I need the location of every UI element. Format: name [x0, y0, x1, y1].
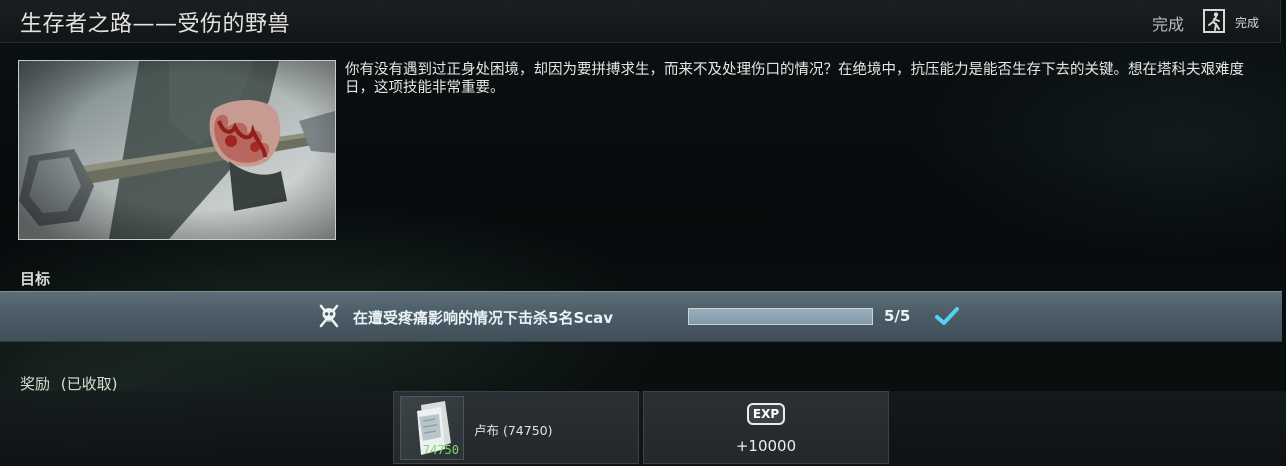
quest-header: 生存者之路——受伤的野兽 完成 完成 [0, 0, 1281, 43]
objective-progress-count: 5/5 [884, 307, 911, 325]
objective-text: 在遭受疼痛影响的情况下击杀5名Scav [353, 309, 614, 327]
objective-progress-bar [688, 308, 873, 325]
item-name: 卢布 (74750) [474, 423, 553, 438]
exp-value: +10000 [735, 437, 797, 455]
reward-experience[interactable]: EXP +10000 [643, 391, 889, 464]
quest-image [18, 60, 336, 240]
quest-status-small: 完成 [1235, 16, 1260, 30]
objective-row: 在遭受疼痛影响的情况下击杀5名Scav 5/5 [0, 291, 1282, 342]
exp-icon: EXP [747, 403, 785, 425]
skull-crossbones-icon [319, 304, 339, 328]
checkmark-icon [935, 307, 959, 325]
bloody-hand-axe-image [19, 61, 335, 239]
objectives-label: 目标 [20, 270, 51, 288]
objective-progress-fill [689, 309, 872, 324]
quest-title: 生存者之路——受伤的野兽 [20, 12, 291, 37]
exit-icon [1203, 9, 1225, 33]
quest-description: 你有没有遇到过正身处困境，却因为要拼搏求生，而来不及处理伤口的情况？在绝境中，抗… [345, 62, 1244, 96]
item-quantity: 74750 [422, 443, 459, 457]
quest-panel: 生存者之路——受伤的野兽 完成 完成 你有没有遇到过正身处困境，却因为要拼搏求生… [0, 0, 1286, 466]
reward-item-roubles[interactable]: 74750 卢布 (74750) [393, 391, 639, 464]
item-thumbnail: 74750 [400, 396, 464, 460]
quest-status: 完成 [1151, 15, 1184, 34]
